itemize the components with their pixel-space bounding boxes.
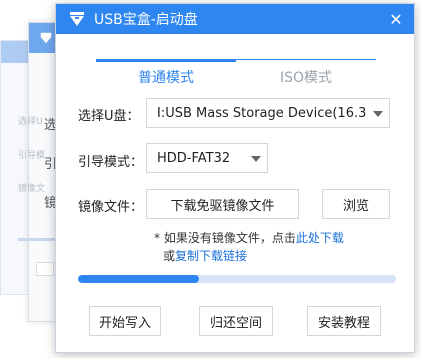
boot-mode-label: 引导模式：: [78, 155, 144, 170]
download-hint-line1: * 如果没有镜像文件，点击此处下载: [154, 231, 344, 245]
mode-tabs: 普通模式 ISO模式: [96, 59, 376, 89]
browse-button[interactable]: 浏览: [322, 189, 390, 219]
image-file-label: 镜像文件：: [78, 200, 144, 215]
install-tutorial-button[interactable]: 安装教程: [307, 306, 381, 336]
tab-normal-mode[interactable]: 普通模式: [96, 67, 236, 87]
chevron-down-icon: [373, 111, 383, 117]
boot-mode-value: HDD-FAT32: [157, 150, 231, 166]
background-label: 引导模: [18, 151, 46, 161]
usb-logo-icon: [40, 32, 52, 44]
boot-mode-select[interactable]: HDD-FAT32: [146, 143, 268, 173]
background-label: 镜像文: [18, 184, 46, 194]
download-here-link[interactable]: 此处下载: [296, 231, 344, 245]
restore-space-button[interactable]: 归还空间: [199, 306, 273, 336]
write-progress-bar: [78, 275, 396, 283]
tab-iso-mode[interactable]: ISO模式: [236, 67, 376, 87]
usb-select-label: 选择U盘：: [78, 109, 140, 124]
download-hint-line2: 或复制下载链接: [163, 249, 248, 263]
background-label: 选择U: [18, 117, 43, 127]
write-progress-fill: [78, 275, 199, 283]
main-window: USB宝盒-启动盘 ✕ 普通模式 ISO模式 选择U盘： I:USB Mass …: [55, 3, 415, 353]
usb-logo-icon: [70, 12, 84, 26]
copy-link-link[interactable]: 复制下载链接: [175, 249, 247, 263]
usb-device-select[interactable]: I:USB Mass Storage Device(16.34: [146, 98, 390, 128]
window-title: USB宝盒-启动盘: [94, 12, 198, 28]
download-image-button[interactable]: 下载免驱镜像文件: [146, 189, 299, 219]
background-progress: [18, 238, 56, 241]
usb-device-value: I:USB Mass Storage Device(16.34: [157, 105, 375, 121]
start-write-button[interactable]: 开始写入: [89, 306, 161, 336]
close-icon[interactable]: ✕: [386, 9, 406, 29]
chevron-down-icon: [251, 156, 261, 162]
tab-indicator: [96, 59, 236, 62]
title-bar: USB宝盒-启动盘: [56, 4, 414, 34]
background-button: [36, 262, 54, 276]
